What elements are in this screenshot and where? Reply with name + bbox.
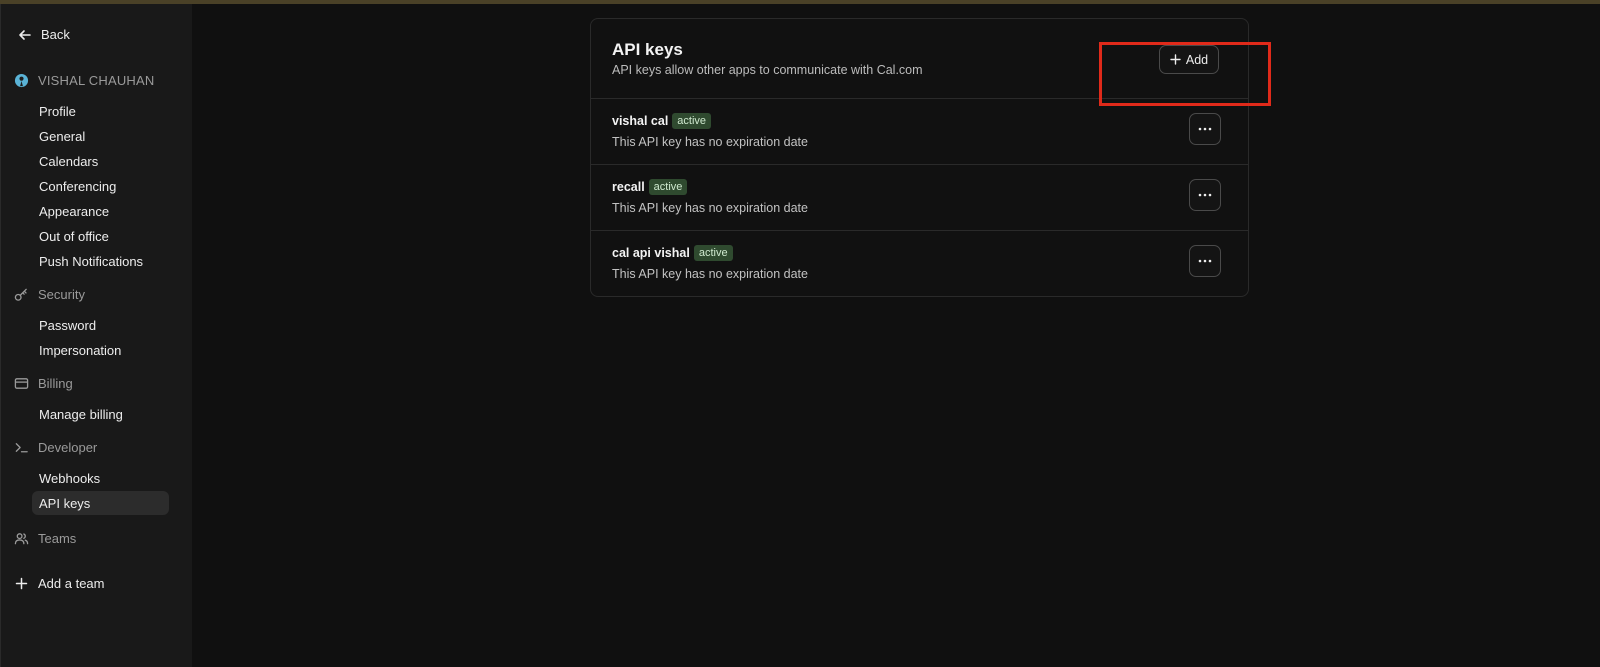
security-title: Security	[38, 287, 85, 302]
api-key-row: recall active This API key has no expira…	[591, 165, 1248, 231]
developer-section-header: Developer	[14, 440, 97, 455]
teams-section-header[interactable]: Teams	[14, 531, 76, 546]
ellipsis-icon	[1198, 259, 1212, 263]
sidebar-item-manage-billing[interactable]: Manage billing	[32, 402, 169, 426]
billing-section-header: Billing	[14, 376, 73, 391]
user-section-header: VISHAL CHAUHAN	[14, 73, 154, 88]
api-key-name: vishal cal	[612, 114, 669, 128]
sidebar-item-appearance[interactable]: Appearance	[32, 199, 169, 223]
plus-icon	[1170, 54, 1181, 65]
plus-icon	[15, 577, 28, 590]
api-keys-card: API keys API keys allow other apps to co…	[590, 18, 1271, 297]
page-title: API keys	[612, 40, 683, 59]
teams-title: Teams	[38, 531, 77, 546]
sidebar-item-webhooks[interactable]: Webhooks	[32, 466, 169, 490]
billing-title: Billing	[38, 376, 73, 391]
more-options-button[interactable]	[1189, 113, 1221, 145]
back-button[interactable]: Back	[18, 27, 70, 42]
key-icon	[14, 288, 27, 301]
main-content: API keys API keys allow other apps to co…	[192, 4, 1600, 667]
add-api-key-button[interactable]: Add	[1159, 45, 1219, 74]
api-key-expiration: This API key has no expiration date	[612, 135, 808, 149]
add-team-label: Add a team	[38, 576, 105, 591]
api-key-row: cal api vishal active This API key has n…	[591, 231, 1248, 297]
sidebar-item-calendars[interactable]: Calendars	[32, 149, 169, 173]
api-key-row: vishal cal active This API key has no ex…	[591, 99, 1248, 165]
api-key-name: recall	[612, 180, 645, 194]
sidebar-item-push-notifications[interactable]: Push Notifications	[32, 249, 169, 273]
status-badge: active	[648, 179, 688, 195]
status-badge: active	[693, 245, 733, 261]
sidebar-item-impersonation[interactable]: Impersonation	[32, 338, 169, 362]
add-team-button[interactable]: Add a team	[15, 576, 105, 591]
page-subtitle: API keys allow other apps to communicate…	[612, 63, 923, 77]
api-key-name: cal api vishal	[612, 246, 690, 260]
ellipsis-icon	[1198, 193, 1212, 197]
add-label: Add	[1185, 52, 1209, 67]
card-header: API keys API keys allow other apps to co…	[591, 19, 1271, 106]
status-badge: active	[672, 113, 712, 129]
user-avatar-icon	[14, 73, 29, 88]
api-key-expiration: This API key has no expiration date	[612, 201, 808, 215]
api-key-expiration: This API key has no expiration date	[612, 267, 808, 281]
arrow-left-icon	[19, 29, 31, 40]
settings-sidebar: Back VISHAL CHAUHAN Profile General Cale…	[0, 4, 192, 667]
sidebar-item-profile[interactable]: Profile	[32, 99, 169, 123]
security-section-header: Security	[14, 287, 85, 302]
sidebar-item-password[interactable]: Password	[32, 313, 169, 337]
sidebar-item-general[interactable]: General	[32, 124, 169, 148]
terminal-icon	[15, 443, 28, 453]
sidebar-item-out-of-office[interactable]: Out of office	[32, 224, 169, 248]
more-options-button[interactable]	[1189, 179, 1221, 211]
sidebar-item-api-keys[interactable]: API keys	[32, 491, 169, 515]
back-label: Back	[41, 27, 70, 42]
ellipsis-icon	[1198, 127, 1212, 131]
credit-card-icon	[14, 378, 29, 389]
more-options-button[interactable]	[1189, 245, 1221, 277]
users-icon	[14, 533, 29, 545]
developer-title: Developer	[38, 440, 98, 455]
user-name: VISHAL CHAUHAN	[38, 73, 155, 88]
sidebar-item-conferencing[interactable]: Conferencing	[32, 174, 169, 198]
